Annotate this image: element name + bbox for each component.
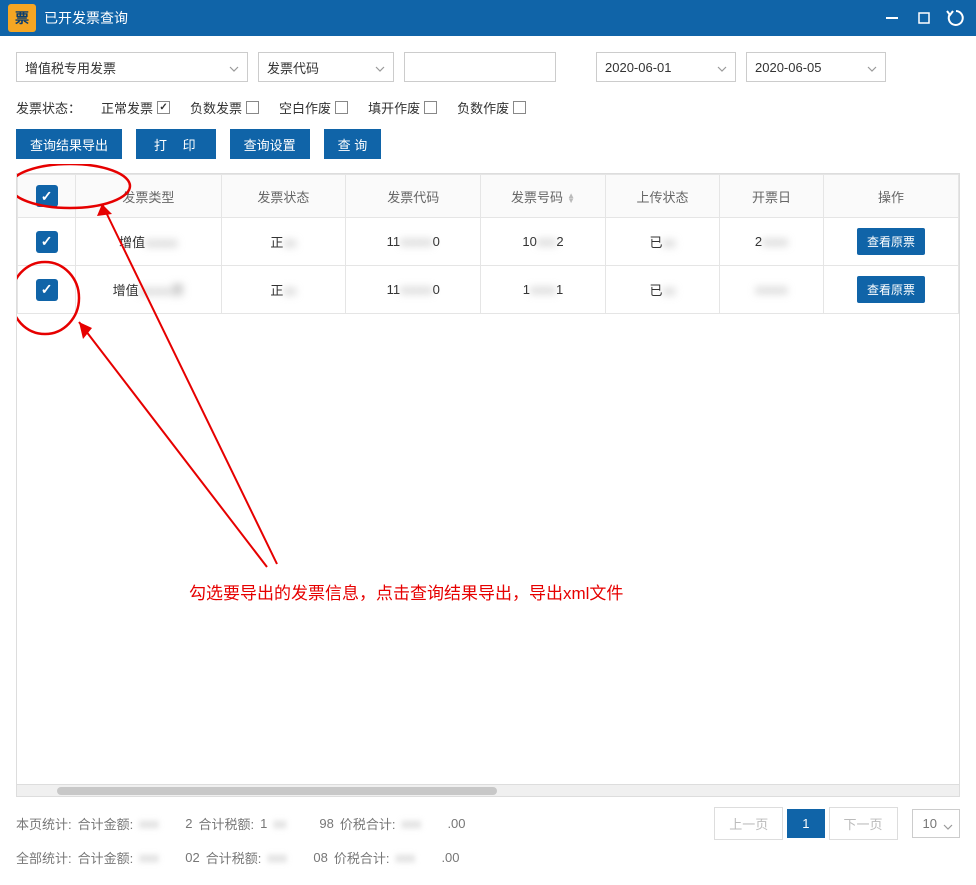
cell-number: 1xxxx1	[481, 266, 606, 314]
title-bar: 票 已开发票查询	[0, 0, 976, 36]
cell-date: xxxxx	[720, 266, 824, 314]
chevron-down-icon	[943, 820, 953, 835]
scrollbar-thumb[interactable]	[57, 787, 497, 795]
status-negative-checkbox[interactable]: 负数发票	[190, 98, 259, 117]
cell-upload: 已xx	[605, 218, 719, 266]
table-row: 增值xxxxx票 正xx 11xxxxx0 1xxxx1 已xx xxxxx 查…	[18, 266, 959, 314]
checkbox-icon	[335, 101, 348, 114]
filter-row: 增值税专用发票 发票代码 2020-06-01 2020-06-05	[0, 36, 976, 98]
code-field-select[interactable]: 发票代码	[258, 52, 394, 82]
page-size-select[interactable]: 10	[912, 809, 960, 838]
header-action: 操作	[823, 175, 958, 218]
view-original-button[interactable]: 查看原票	[857, 276, 925, 303]
maximize-button[interactable]	[912, 6, 936, 30]
cell-code: 11xxxxx0	[346, 218, 481, 266]
sort-icon: ▲▼	[567, 193, 575, 203]
invoice-type-value: 增值税专用发票	[25, 58, 116, 77]
next-page-button[interactable]: 下一页	[829, 807, 898, 840]
header-number[interactable]: 发票号码▲▼	[481, 175, 606, 218]
checkbox-icon	[246, 101, 259, 114]
code-field-label: 发票代码	[267, 58, 319, 77]
chevron-down-icon	[717, 62, 727, 77]
row-checkbox[interactable]	[18, 266, 76, 314]
prev-page-button[interactable]: 上一页	[714, 807, 783, 840]
page-stats-line: 本页统计: 合计金额: xxx2 合计税额: 1xx98 价税合计: xxx.0…	[16, 807, 960, 840]
code-input[interactable]	[404, 52, 556, 82]
all-stats-line: 全部统计: 合计金额: xxx02 合计税额: xxx08 价税合计: xxx.…	[16, 848, 960, 867]
checkbox-icon	[513, 101, 526, 114]
header-checkbox[interactable]	[18, 175, 76, 218]
cell-number: 10xxx2	[481, 218, 606, 266]
checkbox-icon	[424, 101, 437, 114]
invoice-table: 发票类型 发票状态 发票代码 发票号码▲▼ 上传状态 开票日 操作 增值xxxx…	[17, 174, 959, 314]
header-code: 发票代码	[346, 175, 481, 218]
cell-upload: 已xx	[605, 266, 719, 314]
pager: 上一页 1 下一页 10	[714, 807, 960, 840]
date-to-input[interactable]: 2020-06-05	[746, 52, 886, 82]
view-original-button[interactable]: 查看原票	[857, 228, 925, 255]
export-button[interactable]: 查询结果导出	[16, 129, 122, 159]
cell-type: 增值xxxxx	[76, 218, 221, 266]
cell-action: 查看原票	[823, 266, 958, 314]
status-blankvoid-checkbox[interactable]: 空白作废	[279, 98, 348, 117]
invoice-type-select[interactable]: 增值税专用发票	[16, 52, 248, 82]
invoice-table-container: 发票类型 发票状态 发票代码 发票号码▲▼ 上传状态 开票日 操作 增值xxxx…	[16, 173, 960, 797]
date-from-input[interactable]: 2020-06-01	[596, 52, 736, 82]
horizontal-scrollbar[interactable]	[17, 784, 959, 796]
status-normal-checkbox[interactable]: 正常发票	[101, 98, 170, 117]
checkbox-icon	[36, 185, 58, 207]
cell-action: 查看原票	[823, 218, 958, 266]
footer: 本页统计: 合计金额: xxx2 合计税额: 1xx98 价税合计: xxx.0…	[0, 797, 976, 885]
header-upload: 上传状态	[605, 175, 719, 218]
query-settings-button[interactable]: 查询设置	[230, 129, 310, 159]
cell-type: 增值xxxxx票	[76, 266, 221, 314]
table-header-row: 发票类型 发票状态 发票代码 发票号码▲▼ 上传状态 开票日 操作	[18, 175, 959, 218]
header-date: 开票日	[720, 175, 824, 218]
page-1-button[interactable]: 1	[787, 809, 824, 838]
date-from-value: 2020-06-01	[605, 60, 672, 75]
header-status: 发票状态	[221, 175, 346, 218]
cell-date: 2xxxx	[720, 218, 824, 266]
checkbox-icon	[157, 101, 170, 114]
cell-code: 11xxxxx0	[346, 266, 481, 314]
back-button[interactable]	[944, 6, 968, 30]
cell-status: 正xx	[221, 266, 346, 314]
status-negvoid-checkbox[interactable]: 负数作废	[457, 98, 526, 117]
annotation-text: 勾选要导出的发票信息，点击查询结果导出，导出xml文件	[189, 579, 623, 604]
status-label: 发票状态：	[16, 98, 81, 117]
window-title: 已开发票查询	[44, 8, 880, 28]
table-row: 增值xxxxx 正xx 11xxxxx0 10xxx2 已xx 2xxxx 查看…	[18, 218, 959, 266]
chevron-down-icon	[867, 62, 877, 77]
print-button[interactable]: 打 印	[136, 129, 216, 159]
status-fillvoid-checkbox[interactable]: 填开作废	[368, 98, 437, 117]
row-checkbox[interactable]	[18, 218, 76, 266]
app-logo: 票	[8, 4, 36, 32]
query-button[interactable]: 查 询	[324, 129, 382, 159]
header-type: 发票类型	[76, 175, 221, 218]
minimize-button[interactable]	[880, 6, 904, 30]
chevron-down-icon	[229, 62, 239, 77]
checkbox-icon	[36, 279, 58, 301]
date-to-value: 2020-06-05	[755, 60, 822, 75]
action-button-row: 查询结果导出 打 印 查询设置 查 询	[0, 129, 976, 173]
chevron-down-icon	[375, 62, 385, 77]
cell-status: 正xx	[221, 218, 346, 266]
status-filter-row: 发票状态： 正常发票 负数发票 空白作废 填开作废 负数作废	[0, 98, 976, 129]
checkbox-icon	[36, 231, 58, 253]
